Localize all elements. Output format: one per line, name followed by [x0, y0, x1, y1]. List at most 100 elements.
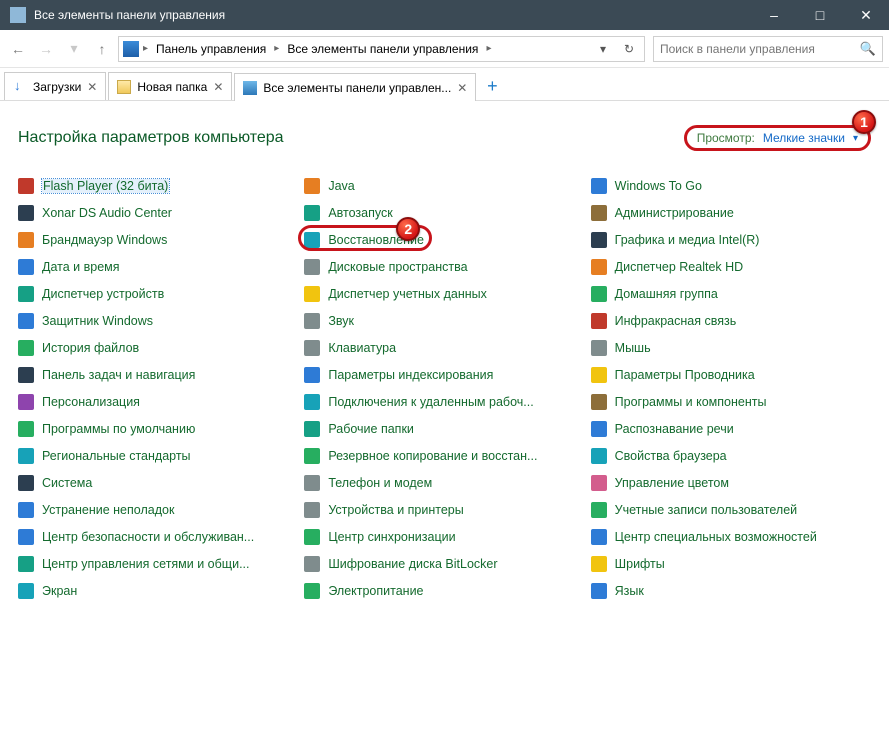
control-panel-item[interactable]: Защитник Windows: [18, 312, 298, 330]
control-panel-item[interactable]: Шифрование диска BitLocker: [304, 555, 584, 573]
control-panel-item[interactable]: Xonar DS Audio Center: [18, 204, 298, 222]
control-panel-item[interactable]: Резервное копирование и восстан...: [304, 447, 584, 465]
control-panel-item[interactable]: Диспетчер Realtek HD: [591, 258, 871, 276]
tab[interactable]: Загрузки✕: [4, 72, 106, 100]
item-label: Flash Player (32 бита): [42, 179, 169, 193]
control-panel-item[interactable]: Электропитание: [304, 582, 584, 600]
control-panel-item[interactable]: Диспетчер учетных данных: [304, 285, 584, 303]
control-panel-item[interactable]: Распознавание речи: [591, 420, 871, 438]
item-icon: [304, 394, 320, 410]
control-panel-item[interactable]: Центр управления сетями и общи...: [18, 555, 298, 573]
control-panel-item[interactable]: Центр специальных возможностей: [591, 528, 871, 546]
item-label: Персонализация: [42, 395, 140, 409]
maximize-button[interactable]: □: [797, 0, 843, 30]
item-label: Система: [42, 476, 92, 490]
tab-close-button[interactable]: ✕: [213, 80, 223, 94]
close-button[interactable]: ✕: [843, 0, 889, 30]
control-panel-item[interactable]: Программы по умолчанию: [18, 420, 298, 438]
control-panel-item[interactable]: Мышь: [591, 339, 871, 357]
control-panel-item[interactable]: Рабочие папки: [304, 420, 584, 438]
address-bar[interactable]: ▸ Панель управления ▸ Все элементы панел…: [118, 36, 645, 62]
breadcrumb-2[interactable]: Все элементы панели управления: [283, 42, 482, 56]
search-icon[interactable]: 🔍: [860, 41, 876, 57]
tab[interactable]: Новая папка ✕: [108, 72, 232, 100]
search-box[interactable]: 🔍: [653, 36, 883, 62]
item-label: Управление цветом: [615, 476, 729, 490]
item-icon: [304, 340, 320, 356]
recent-dropdown[interactable]: ▾: [62, 37, 86, 61]
control-panel-item[interactable]: Диспетчер устройств: [18, 285, 298, 303]
control-panel-item[interactable]: Java: [304, 177, 584, 195]
item-label: Диспетчер устройств: [42, 287, 164, 301]
item-icon: [591, 421, 607, 437]
item-label: Свойства браузера: [615, 449, 727, 463]
search-input[interactable]: [660, 42, 860, 56]
control-panel-item[interactable]: Шрифты: [591, 555, 871, 573]
control-panel-item[interactable]: Брандмауэр Windows: [18, 231, 298, 249]
tab[interactable]: Все элементы панели управлен...✕: [234, 73, 476, 101]
control-panel-item[interactable]: Центр синхронизации: [304, 528, 584, 546]
address-dropdown-button[interactable]: ▾: [592, 38, 614, 60]
control-panel-item[interactable]: Графика и медиа Intel(R): [591, 231, 871, 249]
item-icon: [18, 502, 34, 518]
chevron-down-icon[interactable]: ▾: [853, 133, 858, 144]
view-selector[interactable]: 1 Просмотр: Мелкие значки ▾: [684, 125, 871, 151]
control-panel-item[interactable]: Экран: [18, 582, 298, 600]
control-panel-item[interactable]: Учетные записи пользователей: [591, 501, 871, 519]
control-panel-item[interactable]: Домашняя группа: [591, 285, 871, 303]
control-panel-item[interactable]: Свойства браузера: [591, 447, 871, 465]
control-panel-item[interactable]: Клавиатура: [304, 339, 584, 357]
item-icon: [591, 583, 607, 599]
minimize-button[interactable]: –: [751, 0, 797, 30]
control-panel-item[interactable]: Телефон и модем: [304, 474, 584, 492]
item-label: Устранение неполадок: [42, 503, 174, 517]
control-panel-item[interactable]: Язык: [591, 582, 871, 600]
control-panel-item[interactable]: Параметры Проводника: [591, 366, 871, 384]
chevron-right-icon[interactable]: ▸: [274, 43, 279, 54]
control-panel-item[interactable]: Персонализация: [18, 393, 298, 411]
item-label: Графика и медиа Intel(R): [615, 233, 760, 247]
items-grid: Flash Player (32 бита) Java Windows To Go X…: [0, 159, 889, 600]
tab-close-button[interactable]: ✕: [87, 80, 97, 94]
control-panel-item[interactable]: Устранение неполадок: [18, 501, 298, 519]
control-panel-item[interactable]: Windows To Go: [591, 177, 871, 195]
control-panel-item[interactable]: Программы и компоненты: [591, 393, 871, 411]
control-panel-item[interactable]: Администрирование: [591, 204, 871, 222]
refresh-button[interactable]: ↻: [618, 38, 640, 60]
item-icon: [18, 232, 34, 248]
control-panel-item[interactable]: Подключения к удаленным рабоч...: [304, 393, 584, 411]
control-panel-item[interactable]: Региональные стандарты: [18, 447, 298, 465]
item-icon: [591, 556, 607, 572]
item-label: Электропитание: [328, 584, 423, 598]
add-tab-button[interactable]: +: [478, 72, 506, 100]
chevron-right-icon[interactable]: ▸: [143, 43, 148, 54]
item-label: Центр безопасности и обслуживан...: [42, 530, 254, 544]
control-panel-item[interactable]: Центр безопасности и обслуживан...: [18, 528, 298, 546]
control-panel-item[interactable]: Дата и время: [18, 258, 298, 276]
item-icon: [18, 340, 34, 356]
breadcrumb-1[interactable]: Панель управления: [152, 42, 270, 56]
back-button[interactable]: ←: [6, 37, 30, 61]
view-value[interactable]: Мелкие значки: [763, 131, 845, 145]
control-panel-item[interactable]: Flash Player (32 бита): [18, 177, 298, 195]
control-panel-item[interactable]: Панель задач и навигация: [18, 366, 298, 384]
control-panel-item[interactable]: Параметры индексирования: [304, 366, 584, 384]
up-button[interactable]: ↑: [90, 37, 114, 61]
item-label: Телефон и модем: [328, 476, 432, 490]
control-panel-item[interactable]: Звук: [304, 312, 584, 330]
control-panel-item[interactable]: Автозапуск: [304, 204, 584, 222]
item-label: Шрифты: [615, 557, 665, 571]
control-panel-item[interactable]: Дисковые пространства: [304, 258, 584, 276]
control-panel-item[interactable]: История файлов: [18, 339, 298, 357]
forward-button[interactable]: →: [34, 37, 58, 61]
control-panel-item[interactable]: Устройства и принтеры: [304, 501, 584, 519]
tab-label: Новая папка: [137, 80, 207, 94]
control-panel-item[interactable]: Инфракрасная связь: [591, 312, 871, 330]
control-panel-item[interactable]: 2Восстановление: [304, 231, 584, 249]
chevron-right-icon[interactable]: ▸: [486, 43, 491, 54]
item-icon: [591, 232, 607, 248]
tab-close-button[interactable]: ✕: [457, 81, 467, 95]
control-panel-item[interactable]: Управление цветом: [591, 474, 871, 492]
item-label: Программы и компоненты: [615, 395, 767, 409]
control-panel-item[interactable]: Система: [18, 474, 298, 492]
